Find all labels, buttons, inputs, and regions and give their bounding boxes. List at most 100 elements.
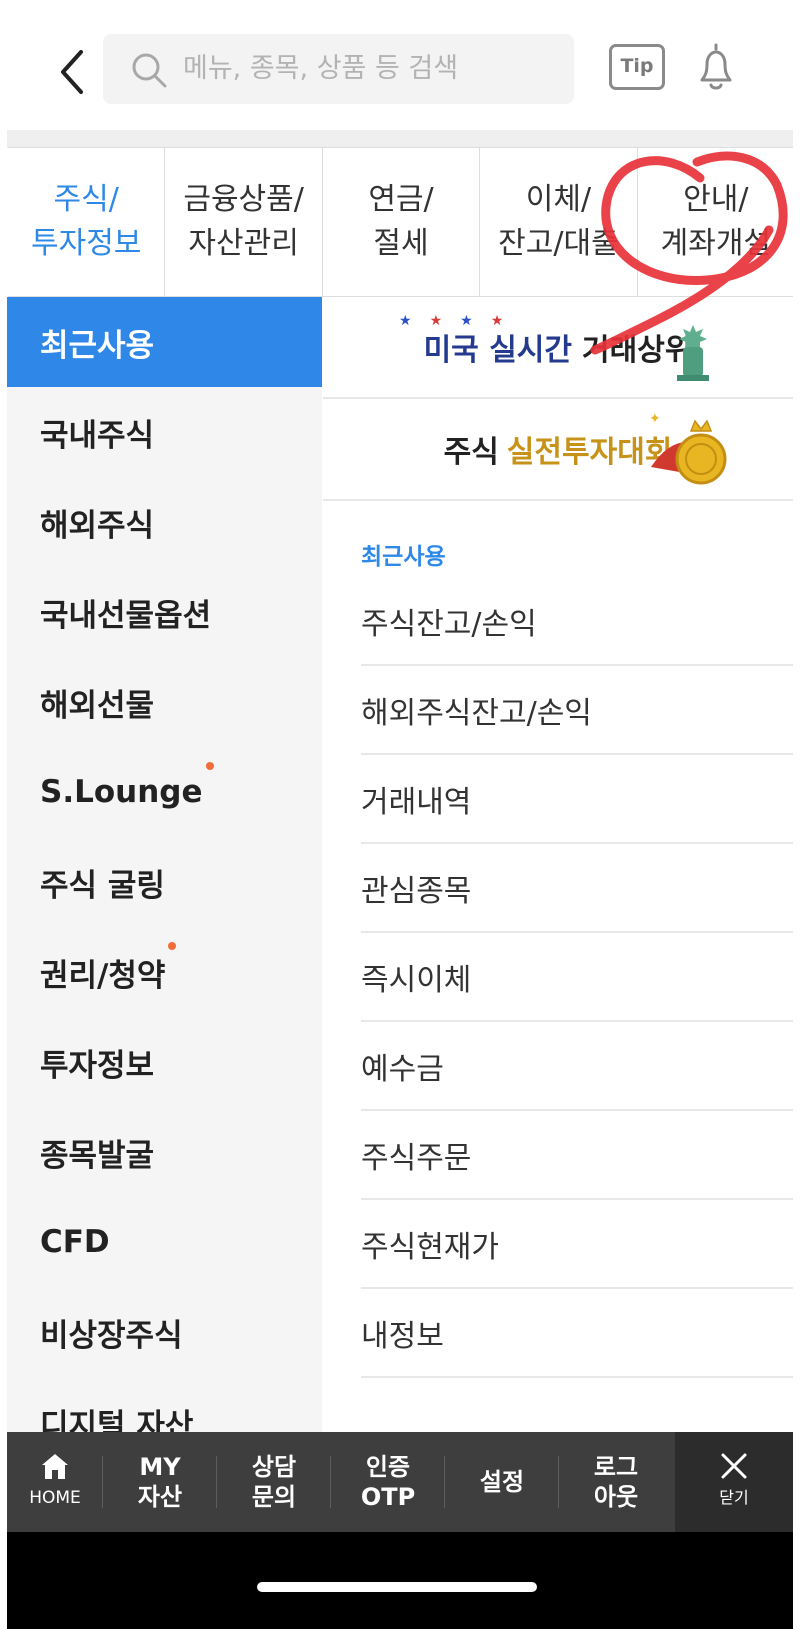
sidebar-item-label: CFD [40,1224,110,1260]
sidebar: 최근사용 국내주식 해외주식 국내선물옵션 해외선물 S.Lounge 주식 굴… [7,297,322,1432]
menu-item-deposit[interactable]: 예수금 [361,1022,793,1111]
menu-item-label: 해외주식잔고/손익 [361,695,592,731]
statue-of-liberty-icon [677,325,709,381]
tab-pension[interactable]: 연금/ 절세 [323,148,481,296]
sidebar-item-label: 국내주식 [40,417,155,454]
tab-label: 잔고/대출 [498,226,619,261]
menu-item-label: 예수금 [361,1051,444,1087]
sidebar-item-slounge[interactable]: S.Lounge [7,747,322,837]
recent-section-title: 최근사용 [361,544,446,570]
home-label: HOME [29,1488,81,1508]
tab-label: 절세 [373,226,429,261]
logout-button[interactable]: 로그 아웃 [559,1432,673,1532]
bottombar-label: MY [139,1453,181,1481]
bottombar-label: 아웃 [593,1483,639,1511]
tab-stocks-investment[interactable]: 주식/ 투자정보 [8,148,166,296]
menu-item-label: 주식현재가 [361,1229,499,1265]
system-home-area [7,1532,793,1629]
trophy-coin-icon: ✦ [649,411,727,485]
menu-item-current-price[interactable]: 주식현재가 [361,1200,793,1289]
bottombar-label: 로그 [593,1453,639,1481]
tab-financial-products[interactable]: 금융상품/ 자산관리 [165,148,323,296]
sidebar-item-label: 권리/청약 [40,957,166,994]
tab-label: 계좌개설 [660,226,772,261]
menu-item-label: 거래내역 [361,784,472,820]
sidebar-item-domestic-futures[interactable]: 국내선물옵션 [7,567,322,657]
sidebar-item-label: 비상장주식 [40,1317,183,1354]
sidebar-item-label: 해외주식 [40,507,155,544]
tab-label: 투자정보 [31,226,142,261]
banner-text: 주식 [443,435,499,470]
menu-item-instant-transfer[interactable]: 즉시이체 [361,933,793,1022]
bell-icon[interactable] [692,40,740,94]
sidebar-item-label: 국내선물옵션 [40,597,212,634]
sidebar-item-recent[interactable]: 최근사용 [7,297,322,387]
new-badge-dot [168,942,177,950]
home-icon [42,1454,68,1479]
sidebar-item-unlisted-stock[interactable]: 비상장주식 [7,1287,322,1377]
tip-button[interactable]: Tip [609,44,665,90]
sidebar-item-label: 종목발굴 [40,1137,155,1174]
bottom-navigation: HOME MY 자산 상담 문의 인증 OTP 설정 로그 아웃 닫기 [7,1432,793,1532]
banner-us-realtime-top[interactable]: ★★★★ 미국 실시간 거래상위 [323,297,793,399]
search-icon [132,53,167,88]
close-button[interactable]: 닫기 [675,1432,793,1532]
tab-label: 연금/ [368,182,434,217]
menu-item-stock-balance[interactable]: 주식잔고/손익 [361,577,793,666]
tab-label: 자산관리 [188,226,299,261]
sidebar-item-overseas-futures[interactable]: 해외선물 [7,657,322,747]
sidebar-item-cfd[interactable]: CFD [7,1197,322,1287]
search-placeholder: 메뉴, 종목, 상품 등 검색 [183,53,459,84]
tab-label: 주식/ [53,182,119,217]
sidebar-item-label: 해외선물 [40,687,155,724]
bottombar-label: 자산 [137,1483,183,1511]
tab-label: 이체/ [525,182,592,217]
new-badge-dot [205,762,214,770]
sidebar-item-label: S.Lounge [40,774,203,810]
bottombar-label: 인증 [365,1453,411,1481]
my-assets-button[interactable]: MY 자산 [103,1432,217,1532]
menu-item-my-info[interactable]: 내정보 [361,1289,793,1378]
menu-item-transaction-history[interactable]: 거래내역 [361,755,793,844]
close-icon [721,1453,747,1479]
bottombar-label: 설정 [479,1468,525,1496]
menu-item-stock-order[interactable]: 주식주문 [361,1111,793,1200]
sidebar-item-label: 투자정보 [40,1047,155,1084]
back-arrow-icon[interactable] [51,44,91,100]
sidebar-item-rights-subscription[interactable]: 권리/청약 [7,927,322,1017]
tab-transfer[interactable]: 이체/ 잔고/대출 [480,148,638,296]
menu-item-label: 주식잔고/손익 [361,606,537,642]
bottombar-label: OTP [360,1483,416,1511]
sidebar-item-stock-gulling[interactable]: 주식 굴링 [7,837,322,927]
sidebar-item-label: 최근사용 [40,327,155,364]
menu-item-label: 즉시이체 [361,962,472,998]
tab-guide-account-opening[interactable]: 안내/ 계좌개설 [638,148,793,296]
consult-button[interactable]: 상담 문의 [217,1432,331,1532]
banner-stock-competition[interactable]: 주식 실전투자대회 ✦ [323,399,793,501]
home-indicator[interactable] [257,1582,537,1592]
cert-otp-button[interactable]: 인증 OTP [331,1432,445,1532]
sidebar-item-label: 주식 굴링 [40,867,165,904]
app-frame: 메뉴, 종목, 상품 등 검색 Tip 주식/ 투자정보 금융상품/ 자산관리 … [7,0,793,1629]
banner-highlight: 미국 실시간 [423,333,573,368]
stars-decoration: ★★★★ [399,313,522,329]
menu-item-label: 주식주문 [361,1140,472,1176]
sidebar-item-stock-discovery[interactable]: 종목발굴 [7,1107,322,1197]
bottombar-label: 문의 [251,1483,297,1511]
tab-label: 금융상품/ [183,182,304,217]
svg-text:✦: ✦ [649,411,661,427]
sidebar-item-overseas-stock[interactable]: 해외주식 [7,477,322,567]
menu-item-label: 관심종목 [361,873,472,909]
settings-button[interactable]: 설정 [445,1432,559,1532]
search-input[interactable]: 메뉴, 종목, 상품 등 검색 [103,34,574,104]
menu-item-watchlist[interactable]: 관심종목 [361,844,793,933]
menu-item-overseas-balance[interactable]: 해외주식잔고/손익 [361,666,793,755]
sidebar-item-investment-info[interactable]: 투자정보 [7,1017,322,1107]
home-button[interactable]: HOME [7,1432,103,1532]
close-label: 닫기 [719,1488,749,1507]
main-content: ★★★★ 미국 실시간 거래상위 주식 실전투자대회 ✦ 최근사용 주식잔고/손… [323,297,793,1432]
header: 메뉴, 종목, 상품 등 검색 Tip [7,0,793,130]
sidebar-item-label: 디지털 자산 [40,1407,194,1433]
sidebar-item-domestic-stock[interactable]: 국내주식 [7,387,322,477]
sidebar-item-digital-asset[interactable]: 디지털 자산 [7,1377,322,1433]
